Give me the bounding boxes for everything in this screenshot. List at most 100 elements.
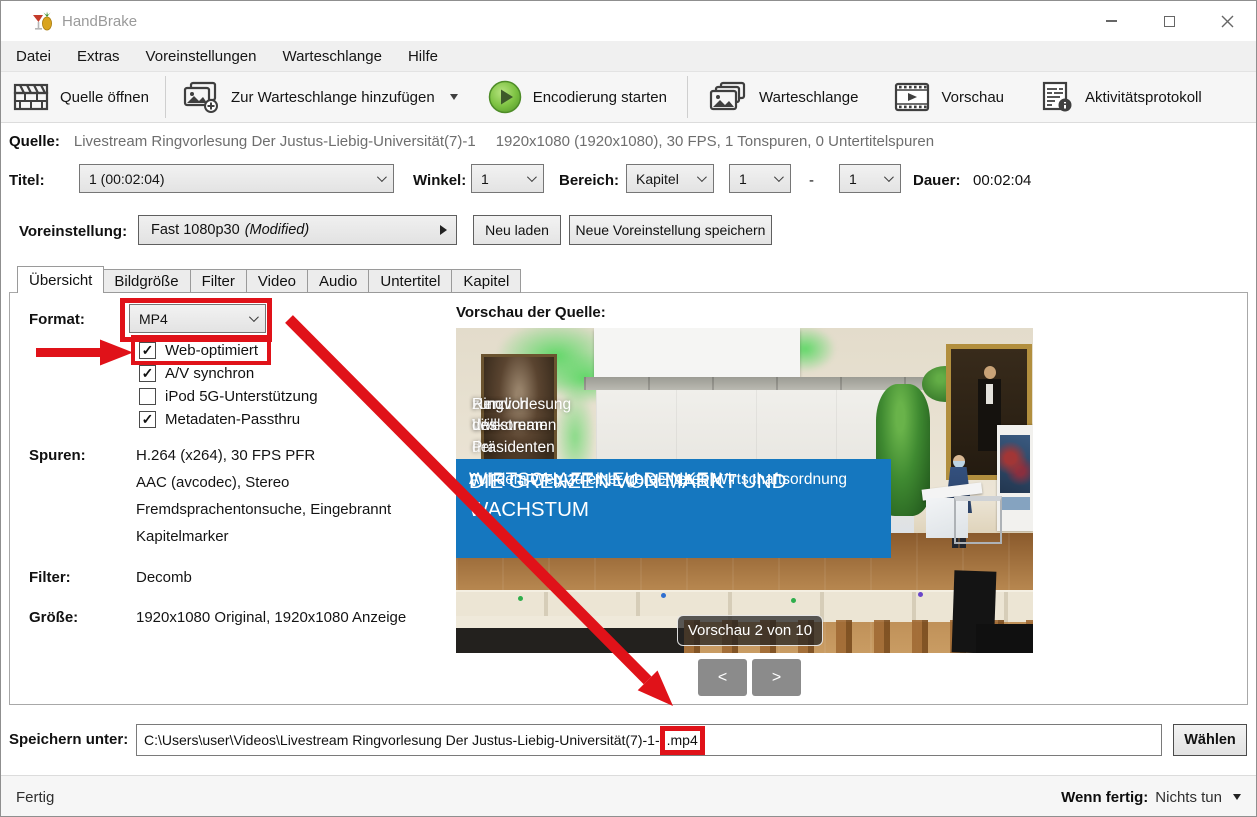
source-details: 1920x1080 (1920x1080), 30 FPS, 1 Tonspur… (496, 133, 934, 150)
add-to-queue-button[interactable]: Zur Warteschlange hinzufügen (170, 75, 470, 119)
checkbox-label: iPod 5G-Unterstützung (165, 388, 318, 405)
tab-video[interactable]: Video (247, 269, 308, 293)
format-select[interactable]: MP4 (129, 304, 266, 333)
range-to-select[interactable]: 1 (839, 164, 901, 193)
save-new-preset-button[interactable]: Neue Voreinstellung speichern (569, 215, 772, 245)
save-as-label: Speichern unter: (9, 731, 128, 748)
tab-uebersicht[interactable]: Übersicht (17, 266, 104, 293)
menu-warteschlange[interactable]: Warteschlange (269, 41, 395, 71)
queue-button[interactable]: Warteschlange (696, 75, 871, 119)
queue-label: Warteschlange (759, 89, 859, 106)
maximize-icon (1164, 16, 1175, 27)
ipod-support-checkbox[interactable]: iPod 5G-Unterstützung (139, 386, 318, 406)
activity-log-button[interactable]: Aktivitätsprotokoll (1028, 75, 1214, 119)
filters-label: Filter: (29, 569, 71, 586)
range-from-select[interactable]: 1 (729, 164, 791, 193)
angle-select[interactable]: 1 (471, 164, 544, 193)
preview-counter-text: Vorschau 2 von 10 (688, 622, 812, 639)
track-audio: AAC (avcodec), Stereo (136, 474, 289, 491)
maximize-button[interactable] (1140, 1, 1198, 41)
tab-audio[interactable]: Audio (308, 269, 369, 293)
source-label: Quelle: (9, 133, 60, 150)
preview-prev-button[interactable]: < (698, 659, 747, 696)
track-chapters: Kapitelmarker (136, 528, 229, 545)
tab-label: Bildgröße (114, 273, 178, 290)
tab-bildgroesse[interactable]: Bildgröße (103, 269, 190, 293)
open-source-button[interactable]: Quelle öffnen (1, 75, 161, 119)
start-encode-button[interactable]: Encodierung starten (476, 75, 679, 119)
preset-arrow-icon (440, 225, 447, 235)
prev-icon: < (718, 669, 727, 687)
table-dot (791, 598, 796, 603)
dropdown-caret-icon (450, 94, 458, 100)
table-dot (518, 596, 523, 601)
destination-extension-text: .mp4 (667, 732, 698, 748)
status-bar: Fertig Wenn fertig: Nichts tun (1, 775, 1256, 817)
preset-dropdown[interactable]: Fast 1080p30 (Modified) (138, 215, 457, 245)
tab-label: Audio (319, 273, 357, 290)
range-dash: - (809, 172, 814, 189)
chevron-down-icon (249, 312, 259, 322)
title-select[interactable]: 1 (00:02:04) (79, 164, 394, 193)
angle-label: Winkel: (413, 172, 466, 189)
tab-strip: Übersicht Bildgröße Filter Video Audio U… (17, 266, 521, 293)
source-row: Quelle: Livestream Ringvorlesung Der Jus… (9, 133, 934, 150)
tab-kapitel[interactable]: Kapitel (452, 269, 521, 293)
menu-voreinstellungen[interactable]: Voreinstellungen (133, 41, 270, 71)
checkbox-box: ✓ (139, 365, 156, 382)
preview-title: Vorschau der Quelle: (456, 304, 606, 321)
rollup-banner-image (1000, 435, 1030, 493)
chevron-down-icon (884, 172, 894, 182)
projector-screen (594, 328, 800, 377)
av-sync-checkbox[interactable]: ✓ A/V synchron (139, 363, 254, 383)
close-button[interactable] (1198, 1, 1256, 41)
portrait-shirt (986, 384, 993, 404)
when-done-dropdown[interactable]: Nichts tun (1155, 789, 1222, 806)
track-video: H.264 (x264), 30 FPS PFR (136, 447, 315, 464)
activity-log-label: Aktivitätsprotokoll (1085, 89, 1202, 106)
start-encode-icon (488, 80, 522, 114)
duration-label: Dauer: (913, 172, 961, 189)
preset-value: Fast 1080p30 (151, 222, 240, 238)
app-icon (32, 10, 54, 32)
destination-path-input[interactable]: C:\Users\user\Videos\Livestream Ringvorl… (136, 724, 1162, 756)
metadata-passthru-checkbox[interactable]: ✓ Metadaten-Passthru (139, 409, 300, 429)
add-to-queue-icon (182, 81, 220, 113)
open-source-label: Quelle öffnen (60, 89, 149, 106)
speaker-head (953, 455, 965, 468)
minimize-button[interactable] (1082, 1, 1140, 41)
table-dot (918, 592, 923, 597)
title-label: Titel: (9, 172, 45, 189)
menu-hilfe[interactable]: Hilfe (395, 41, 451, 71)
preview-button[interactable]: Vorschau (882, 75, 1016, 119)
checkbox-label: Web-optimiert (165, 342, 258, 359)
menu-extras[interactable]: Extras (64, 41, 133, 71)
range-from-value: 1 (739, 171, 747, 187)
chevron-down-icon (527, 172, 537, 182)
range-mode-value: Kapitel (636, 171, 679, 187)
range-mode-select[interactable]: Kapitel (626, 164, 714, 193)
preview-next-button[interactable]: > (752, 659, 801, 696)
title-select-value: 1 (00:02:04) (89, 171, 165, 187)
web-optimized-checkbox[interactable]: ✓ Web-optimiert (139, 340, 258, 360)
queue-icon (708, 81, 748, 113)
checkbox-label: A/V synchron (165, 365, 254, 382)
dropdown-caret-icon[interactable] (1233, 794, 1241, 800)
welcome-line: Ringvorlesung des Präsidenten (472, 394, 571, 458)
tab-filter[interactable]: Filter (191, 269, 247, 293)
tab-label: Übersicht (29, 272, 92, 289)
minimize-icon (1106, 20, 1117, 22)
browse-button[interactable]: Wählen (1173, 724, 1247, 756)
save-new-preset-label: Neue Voreinstellung speichern (576, 222, 766, 238)
equipment-case (976, 624, 1033, 653)
reload-preset-button[interactable]: Neu laden (473, 215, 561, 245)
side-table (954, 496, 1002, 544)
tab-untertitel[interactable]: Untertitel (369, 269, 452, 293)
status-text: Fertig (16, 789, 54, 806)
menu-datei[interactable]: Datei (3, 41, 64, 71)
preview-counter-badge: Vorschau 2 von 10 (677, 615, 823, 646)
tab-label: Kapitel (463, 273, 509, 290)
angle-select-value: 1 (481, 171, 489, 187)
add-to-queue-label: Zur Warteschlange hinzufügen (231, 89, 435, 106)
front-table-top (456, 616, 684, 628)
